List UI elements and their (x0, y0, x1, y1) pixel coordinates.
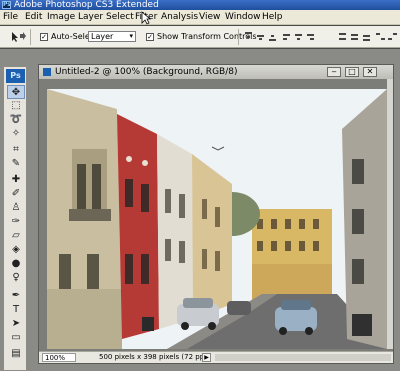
align-left-edges-icon[interactable] (282, 32, 291, 41)
type-tool-icon[interactable]: T (7, 303, 25, 317)
paint-bucket-tool-icon[interactable]: ◈ (7, 243, 25, 257)
image-canvas[interactable] (47, 89, 387, 349)
align-right-edges-icon[interactable] (306, 32, 315, 41)
align-bottom-edges-icon[interactable] (268, 32, 277, 41)
divider (30, 29, 31, 45)
align-horizontal-centers-icon[interactable] (294, 32, 303, 41)
menu-help[interactable]: Help (262, 12, 283, 23)
distribute-right-icon[interactable] (388, 32, 397, 41)
align-vertical-centers-icon[interactable] (256, 32, 265, 41)
menu-analysis[interactable]: Analysis (161, 12, 198, 23)
document-info: 500 pixels x 398 pixels (72 ppi) (99, 353, 209, 361)
distribute-vertical-centers-icon[interactable] (350, 32, 359, 41)
move-tool-icon[interactable]: ✥ (7, 85, 25, 99)
show-transform-label: Show Transform Controls (157, 32, 257, 41)
status-menu-arrow-icon[interactable]: ▶ (202, 353, 211, 362)
auto-select-checkbox[interactable]: ✓ (40, 33, 48, 41)
mouse-cursor-icon (141, 11, 151, 25)
dodge-tool-icon[interactable]: ♀ (7, 271, 25, 285)
menu-select[interactable]: Select (106, 12, 134, 23)
magic-wand-tool-icon[interactable]: ✧ (7, 127, 25, 141)
pen-tool-icon[interactable]: ✒ (7, 289, 25, 303)
street-photo (47, 89, 387, 349)
menu-file[interactable]: File (3, 12, 18, 23)
path-selection-tool-icon[interactable]: ➤ (7, 317, 25, 331)
blur-tool-icon[interactable]: ● (7, 257, 25, 271)
align-top-edges-icon[interactable] (244, 32, 253, 41)
show-transform-checkbox[interactable]: ✓ (146, 33, 154, 41)
auto-select-value: Layer (91, 32, 114, 41)
ps-logo: Ps (6, 69, 25, 83)
horizontal-scrollbar[interactable] (215, 354, 391, 361)
notes-tool-icon[interactable]: ▤ (7, 347, 25, 361)
menu-layer[interactable]: Layer (78, 12, 103, 23)
zoom-field[interactable]: 100% (42, 353, 76, 362)
menu-edit[interactable]: Edit (25, 12, 42, 23)
menu-view[interactable]: View (199, 12, 220, 23)
history-brush-tool-icon[interactable]: ✑ (7, 215, 25, 229)
shape-tool-icon[interactable]: ▭ (7, 331, 25, 345)
distribute-top-icon[interactable] (338, 32, 347, 41)
menu-bar: File Edit Image Layer Select Filter Anal… (0, 10, 400, 25)
document-window: Untitled-2 @ 100% (Background, RGB/8) ‒ … (38, 64, 394, 364)
tools-panel: Ps ✥ ⬚ ➰ ✧ ⌗ ✎ ✚ ✐ ♙ ✑ ▱ ◈ ● ♀ ✒ T ➤ ▭ ▤ (3, 66, 27, 371)
distribute-left-icon[interactable] (376, 32, 385, 41)
marquee-tool-icon[interactable]: ⬚ (7, 99, 25, 113)
document-title-bar[interactable]: Untitled-2 @ 100% (Background, RGB/8) ‒ … (39, 65, 393, 79)
options-bar: ✓ Auto-Select: Layer ▾ ✓ Show Transform … (0, 26, 400, 48)
menu-image[interactable]: Image (47, 12, 75, 23)
minimize-button[interactable]: ‒ (327, 67, 341, 77)
brush-tool-icon[interactable]: ✐ (7, 187, 25, 201)
document-title: Untitled-2 @ 100% (Background, RGB/8) (55, 67, 238, 77)
move-tool-preset-icon[interactable] (6, 31, 28, 43)
lasso-tool-icon[interactable]: ➰ (7, 113, 25, 127)
divider (238, 29, 239, 45)
healing-brush-tool-icon[interactable]: ✚ (7, 173, 25, 187)
eraser-tool-icon[interactable]: ▱ (7, 229, 25, 243)
title-bar: Ps Adobe Photoshop CS3 Extended (0, 0, 400, 10)
document-icon (43, 68, 51, 76)
auto-select-dropdown[interactable]: Layer ▾ (88, 31, 136, 42)
vertical-scrollbar[interactable] (387, 79, 393, 349)
clone-stamp-tool-icon[interactable]: ♙ (7, 201, 25, 215)
slice-tool-icon[interactable]: ✎ (7, 157, 25, 171)
close-button[interactable]: ✕ (363, 67, 377, 77)
window-title: Adobe Photoshop CS3 Extended (14, 0, 159, 10)
distribute-bottom-icon[interactable] (362, 32, 371, 41)
menu-window[interactable]: Window (225, 12, 261, 23)
chevron-down-icon: ▾ (129, 32, 133, 40)
maximize-button[interactable]: □ (345, 67, 359, 77)
status-bar: 100% 500 pixels x 398 pixels (72 ppi) ▶ (39, 351, 393, 363)
crop-tool-icon[interactable]: ⌗ (7, 143, 25, 157)
photoshop-app-icon: Ps (2, 1, 11, 9)
